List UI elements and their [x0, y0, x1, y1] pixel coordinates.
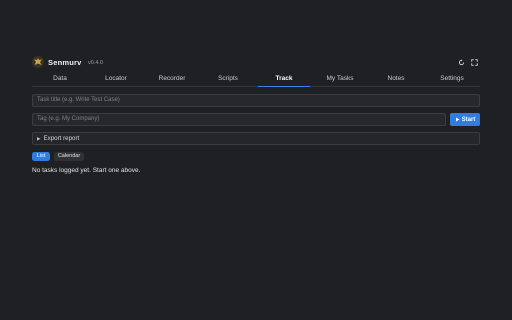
start-button-label: Start — [461, 116, 476, 123]
tab-bar: Data Locator Recorder Scripts Track My T… — [32, 71, 480, 87]
expand-icon[interactable] — [469, 57, 479, 67]
play-icon — [455, 117, 460, 122]
refresh-icon[interactable] — [456, 57, 466, 67]
tab-data[interactable]: Data — [32, 71, 88, 86]
view-list-button[interactable]: List — [32, 152, 50, 161]
tab-locator[interactable]: Locator — [88, 71, 144, 86]
tab-recorder[interactable]: Recorder — [144, 71, 200, 86]
task-title-input[interactable]: Task title (e.g. Write Test Case) — [32, 94, 480, 107]
app-name: Senmurv — [48, 58, 82, 67]
app-header: Senmurv v0.4.0 — [32, 56, 480, 70]
empty-state-message: No tasks logged yet. Start one above. — [32, 167, 141, 174]
export-report-toggle[interactable]: ▶ Export report — [32, 132, 480, 145]
tab-settings[interactable]: Settings — [424, 71, 480, 86]
start-button[interactable]: Start — [450, 113, 480, 126]
view-calendar-button[interactable]: Calendar — [54, 152, 84, 161]
tab-scripts[interactable]: Scripts — [200, 71, 256, 86]
senmurv-logo-icon — [32, 56, 44, 68]
tag-input[interactable]: Tag (e.g. My Company) — [32, 113, 446, 126]
tab-track[interactable]: Track — [256, 71, 312, 87]
export-report-label: Export report — [43, 135, 80, 142]
track-panel: Senmurv v0.4.0 Data Locator Recorder Scr… — [32, 56, 480, 174]
app-version: v0.4.0 — [88, 59, 103, 66]
tab-notes[interactable]: Notes — [368, 71, 424, 86]
tab-my-tasks[interactable]: My Tasks — [312, 71, 368, 86]
caret-right-icon: ▶ — [37, 135, 41, 141]
